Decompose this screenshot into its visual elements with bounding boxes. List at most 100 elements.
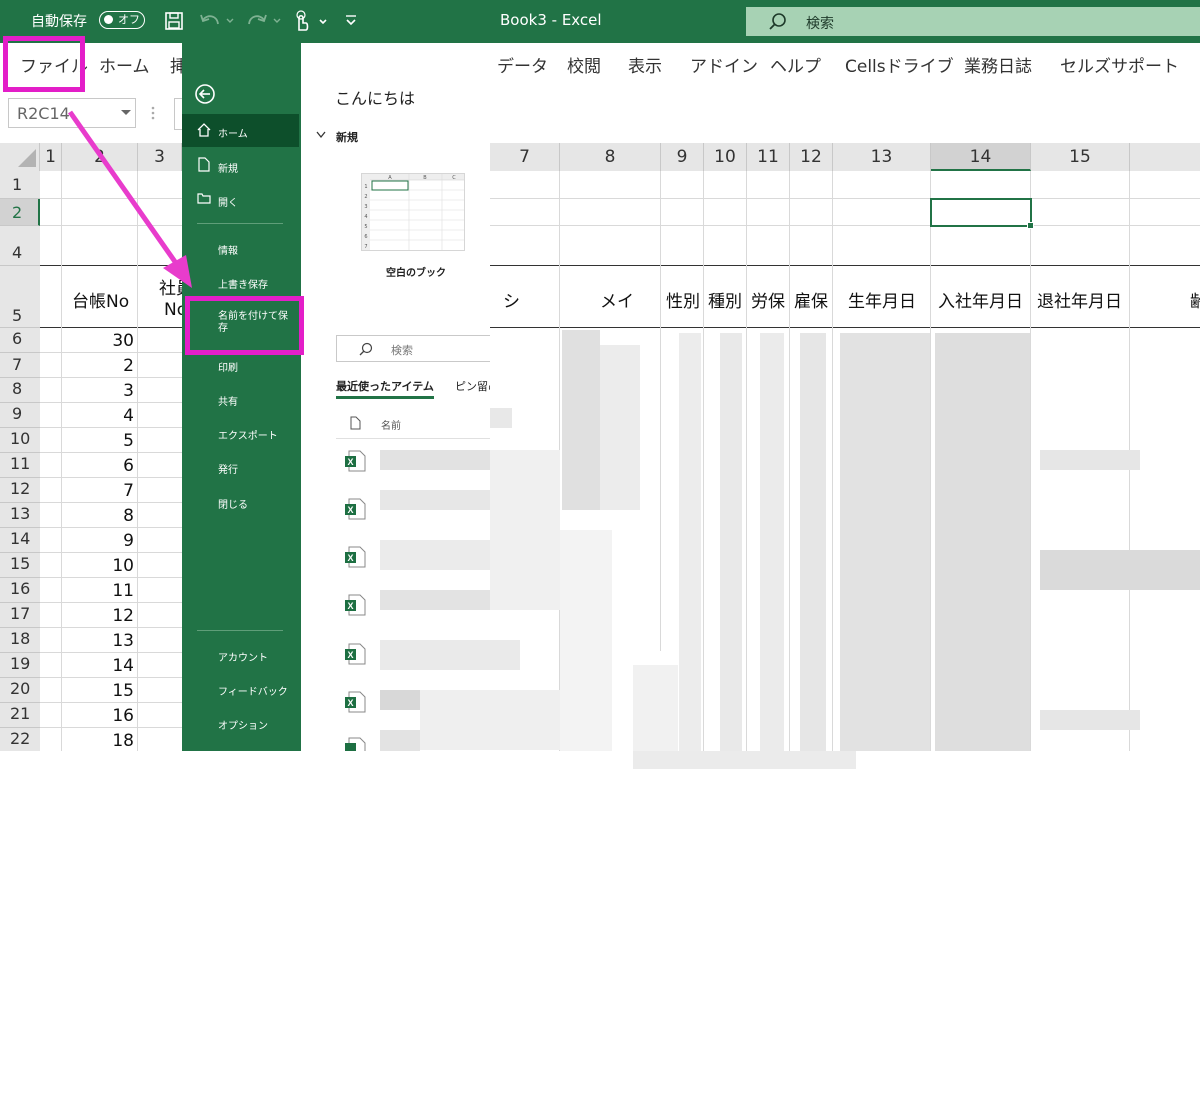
row-header[interactable]: 7 (0, 353, 40, 378)
nav-publish[interactable]: 発行 (218, 461, 238, 476)
header-kana-mei: メイ (600, 292, 634, 312)
greeting: こんにちは (335, 89, 416, 108)
blank-workbook-thumbnail[interactable]: A B C 1 2 3 4 5 6 7 (361, 173, 465, 251)
column-header-selected[interactable]: 14 (931, 143, 1031, 171)
row-header[interactable]: 11 (0, 453, 40, 478)
row-header[interactable]: 10 (0, 428, 40, 453)
cell-ledger-no[interactable]: 8 (62, 506, 134, 526)
cell-ledger-no[interactable]: 10 (62, 556, 134, 576)
excel-file-icon[interactable]: X (344, 450, 366, 472)
blank-workbook-label[interactable]: 空白のブック (386, 264, 446, 279)
row-header[interactable]: 9 (0, 403, 40, 428)
cell-ledger-no[interactable]: 18 (62, 731, 134, 751)
cell-ledger-no[interactable]: 4 (62, 406, 134, 426)
annotation-arrow-icon (67, 110, 192, 288)
cell-ledger-no[interactable]: 30 (62, 331, 134, 351)
nav-print[interactable]: 印刷 (218, 359, 238, 374)
cell-ledger-no[interactable]: 2 (62, 356, 134, 376)
cell-ledger-no[interactable]: 16 (62, 706, 134, 726)
cell-ledger-no[interactable]: 5 (62, 431, 134, 451)
tab-cells-drive[interactable]: Cellsドライブ (845, 52, 954, 77)
tab-recent[interactable]: 最近使ったアイテム (336, 378, 434, 394)
header-type: 種別 (708, 292, 742, 312)
row-header[interactable]: 12 (0, 478, 40, 503)
selected-cell[interactable] (930, 198, 1034, 229)
tab-work-diary[interactable]: 業務日誌 (964, 52, 1032, 77)
tab-review[interactable]: 校閲 (567, 52, 601, 77)
thumb-row-label: 6 (364, 234, 367, 240)
row-header[interactable]: 15 (0, 553, 40, 578)
cell-ledger-no[interactable]: 12 (62, 606, 134, 626)
excel-file-icon[interactable]: X (344, 546, 366, 568)
row-header[interactable]: 14 (0, 528, 40, 553)
header-kana-first: シ (503, 292, 520, 312)
header-join-date: 入社年月日 (938, 292, 1023, 312)
tab-addins[interactable]: アドイン (690, 52, 758, 77)
cell-ledger-no[interactable]: 3 (62, 381, 134, 401)
tab-help[interactable]: ヘルプ (770, 52, 821, 77)
thumb-col-label: A (388, 175, 392, 181)
new-section-title: 新規 (336, 131, 358, 144)
customize-qat-icon[interactable] (344, 13, 358, 27)
search-icon (769, 13, 786, 30)
nav-options[interactable]: オプション (218, 717, 268, 732)
document-title: Book3 - Excel (500, 11, 602, 29)
nav-account[interactable]: アカウント (218, 649, 268, 664)
column-header[interactable]: 8 (560, 143, 661, 171)
tab-data[interactable]: データ (497, 52, 548, 77)
column-header[interactable]: 15 (1031, 143, 1130, 171)
thumb-row-label: 2 (364, 194, 367, 200)
column-header[interactable]: 13 (833, 143, 931, 171)
cell-ledger-no[interactable]: 6 (62, 456, 134, 476)
cell-ledger-no[interactable]: 7 (62, 481, 134, 501)
name-column-header: 名前 (381, 421, 401, 432)
row-header[interactable]: 21 (0, 703, 40, 728)
column-header[interactable]: 9 (661, 143, 704, 171)
cell-ledger-no[interactable]: 13 (62, 631, 134, 651)
svg-text:X: X (347, 553, 353, 563)
cell-ledger-no[interactable]: 9 (62, 531, 134, 551)
backstage-search-placeholder: 検索 (391, 344, 413, 357)
row-header[interactable]: 20 (0, 678, 40, 703)
row-header[interactable]: 22 (0, 728, 40, 751)
nav-feedback[interactable]: フィードバック (218, 683, 288, 698)
nav-share[interactable]: 共有 (218, 393, 238, 408)
search-box[interactable]: 検索 (746, 7, 1200, 36)
row-header[interactable]: 13 (0, 503, 40, 528)
svg-text:X: X (347, 698, 353, 708)
row-header[interactable]: 8 (0, 378, 40, 403)
thumb-row-label: 5 (364, 224, 367, 230)
excel-file-icon[interactable] (344, 737, 366, 751)
svg-text:X: X (347, 601, 353, 611)
excel-file-icon[interactable]: X (344, 643, 366, 665)
column-header[interactable] (1130, 143, 1200, 171)
tab-pinned[interactable]: ピン留め (455, 378, 490, 394)
backstage-search-input[interactable]: 検索 (336, 335, 490, 362)
row-header[interactable]: 16 (0, 578, 40, 603)
column-header[interactable]: 12 (790, 143, 833, 171)
row-header[interactable]: 6 (0, 328, 40, 353)
header-employment-insurance: 雇保 (794, 292, 828, 312)
svg-text:X: X (347, 650, 353, 660)
tab-cells-support[interactable]: セルズサポート (1060, 52, 1179, 77)
row-header[interactable]: 17 (0, 603, 40, 628)
excel-file-icon[interactable]: X (344, 594, 366, 616)
cell-ledger-no[interactable]: 11 (62, 581, 134, 601)
header-gender: 性別 (666, 292, 700, 312)
search-placeholder: 検索 (806, 16, 834, 32)
tab-view[interactable]: 表示 (628, 52, 662, 77)
file-icon (350, 416, 361, 430)
nav-separator (197, 630, 283, 631)
row-header[interactable]: 18 (0, 628, 40, 653)
nav-close[interactable]: 閉じる (218, 496, 248, 511)
excel-file-icon[interactable]: X (344, 691, 366, 713)
nav-export[interactable]: エクスポート (218, 427, 278, 442)
cell-ledger-no[interactable]: 15 (62, 681, 134, 701)
thumb-row-label: 3 (364, 204, 367, 210)
column-header[interactable]: 11 (747, 143, 790, 171)
cell-ledger-no[interactable]: 14 (62, 656, 134, 676)
column-header[interactable]: 10 (704, 143, 747, 171)
row-header[interactable]: 19 (0, 653, 40, 678)
column-header[interactable]: 7 (490, 143, 560, 171)
excel-file-icon[interactable]: X (344, 498, 366, 520)
